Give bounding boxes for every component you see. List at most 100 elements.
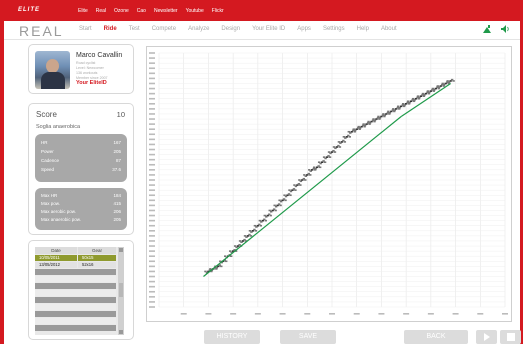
x-tick-mark <box>502 313 508 315</box>
history-table: Date Gear 10/05/2011 50x15 13/05/2012 52… <box>35 247 124 335</box>
chart-panel <box>146 46 512 322</box>
y-tick-mark <box>149 87 155 90</box>
nav-item-about[interactable]: About <box>381 26 397 32</box>
y-tick-mark <box>149 290 155 293</box>
history-button[interactable]: HISTORY <box>204 330 260 344</box>
stat-cadence: Cadence 87 <box>41 158 121 163</box>
x-tick-mark <box>427 313 434 315</box>
y-tick-mark <box>149 128 155 130</box>
y-tick-mark <box>149 224 155 227</box>
data-point <box>338 146 342 148</box>
scatter-chart[interactable] <box>147 47 511 321</box>
play-icon <box>484 333 490 341</box>
top-link-flickr[interactable]: Flickr <box>212 8 224 14</box>
y-tick-mark <box>149 199 155 202</box>
y-tick-mark <box>149 270 155 273</box>
stop-button[interactable] <box>500 330 521 344</box>
frame-left-border <box>0 0 4 344</box>
x-tick-mark <box>353 313 360 315</box>
stat-label: Speed <box>41 167 55 172</box>
y-tick-mark <box>149 57 155 59</box>
stat-power: Power 205 <box>41 149 121 154</box>
nav-item-help[interactable]: Help <box>357 26 369 32</box>
score-value: 10 <box>116 110 125 119</box>
stat-max-hr: Max HR 184 <box>41 193 121 198</box>
nav-item-design[interactable]: Design <box>221 26 240 32</box>
elite-logo[interactable]: ELITE <box>18 7 40 13</box>
stat-max-aerobic: Max aerobic pow. 206 <box>41 209 121 214</box>
nav-item-ride[interactable]: Ride <box>104 26 117 32</box>
nav-item-settings[interactable]: Settings <box>323 26 345 32</box>
y-tick-mark <box>149 143 155 146</box>
y-tick-mark <box>149 296 155 298</box>
top-link-cao[interactable]: Cao <box>137 8 146 14</box>
main-navbar: REAL Start Ride Test Compete Analyze Des… <box>4 21 520 40</box>
top-bar: ELITE Elite Real Ozone Cao Newsletter Yo… <box>0 0 523 21</box>
x-tick-mark <box>452 313 459 315</box>
empty-row <box>35 318 116 324</box>
avatar[interactable] <box>35 51 70 89</box>
cell-gear: 50x15 <box>78 255 116 261</box>
table-row[interactable]: 13/05/2012 52x16 <box>35 262 116 268</box>
stat-value: 37.6 <box>112 167 121 172</box>
top-link-elite[interactable]: Elite <box>78 8 88 14</box>
y-tick-mark <box>149 158 155 161</box>
data-point <box>323 161 327 164</box>
avatar-head <box>46 59 59 73</box>
empty-row <box>35 276 116 282</box>
y-tick-mark <box>149 133 155 136</box>
top-link-newsletter[interactable]: Newsletter <box>154 8 178 14</box>
nav-item-start[interactable]: Start <box>79 26 92 32</box>
column-header-date[interactable]: Date <box>35 247 77 254</box>
table-scrollbar[interactable] <box>118 247 124 335</box>
empty-row <box>35 297 116 303</box>
stop-icon <box>507 333 515 341</box>
nav-item-elite-id[interactable]: Your Elite ID <box>252 26 285 32</box>
column-header-gear[interactable]: Gear <box>78 247 116 254</box>
data-point <box>309 174 312 176</box>
stat-value: 205 <box>113 149 121 154</box>
nav-item-compete[interactable]: Compete <box>152 26 176 32</box>
stat-value: 167 <box>113 140 121 145</box>
y-tick-mark <box>149 235 155 237</box>
x-tick-mark <box>230 313 237 315</box>
scroll-thumb[interactable] <box>119 283 123 297</box>
data-point <box>304 179 307 181</box>
data-point <box>318 166 322 169</box>
y-tick-mark <box>149 148 155 151</box>
data-point <box>294 189 297 191</box>
signal-icon[interactable] <box>482 24 492 34</box>
empty-row <box>35 283 116 289</box>
y-tick-mark <box>149 255 155 257</box>
table-row[interactable]: 10/05/2011 50x15 <box>35 255 116 261</box>
nav-menu: Start Ride Test Compete Analyze Design Y… <box>79 26 397 32</box>
history-panel: Date Gear 10/05/2011 50x15 13/05/2012 52… <box>28 240 134 340</box>
save-button[interactable]: SAVE <box>280 330 336 344</box>
your-elite-id-link[interactable]: Your EliteID <box>76 80 107 86</box>
data-point <box>254 230 258 232</box>
stat-label: Max aerobic pow. <box>41 209 77 214</box>
scroll-down-arrow[interactable] <box>119 330 123 334</box>
scroll-up-arrow[interactable] <box>119 248 123 252</box>
nav-item-test[interactable]: Test <box>129 26 140 32</box>
top-link-ozone[interactable]: Ozone <box>114 8 129 14</box>
top-link-real[interactable]: Real <box>96 8 106 14</box>
play-button[interactable] <box>476 330 497 344</box>
stat-label: Power <box>41 149 54 154</box>
score-panel: Score 10 Soglia anaerobica HR 167 Power 20… <box>28 103 134 235</box>
x-tick-mark <box>329 313 335 315</box>
back-button[interactable]: BACK <box>404 330 468 344</box>
y-tick-mark <box>149 179 155 181</box>
data-point <box>225 260 228 263</box>
chart-points <box>204 78 455 274</box>
stat-max-power: Max pow. 415 <box>41 201 121 206</box>
data-point <box>220 265 223 268</box>
speaker-icon[interactable] <box>500 24 510 34</box>
top-link-youtube[interactable]: Youtube <box>186 8 204 14</box>
x-tick-mark <box>403 313 410 315</box>
nav-item-analyze[interactable]: Analyze <box>188 26 209 32</box>
empty-row <box>35 325 116 331</box>
x-tick-mark <box>279 313 286 315</box>
nav-item-apps[interactable]: Apps <box>297 26 311 32</box>
y-tick-mark <box>149 285 155 288</box>
